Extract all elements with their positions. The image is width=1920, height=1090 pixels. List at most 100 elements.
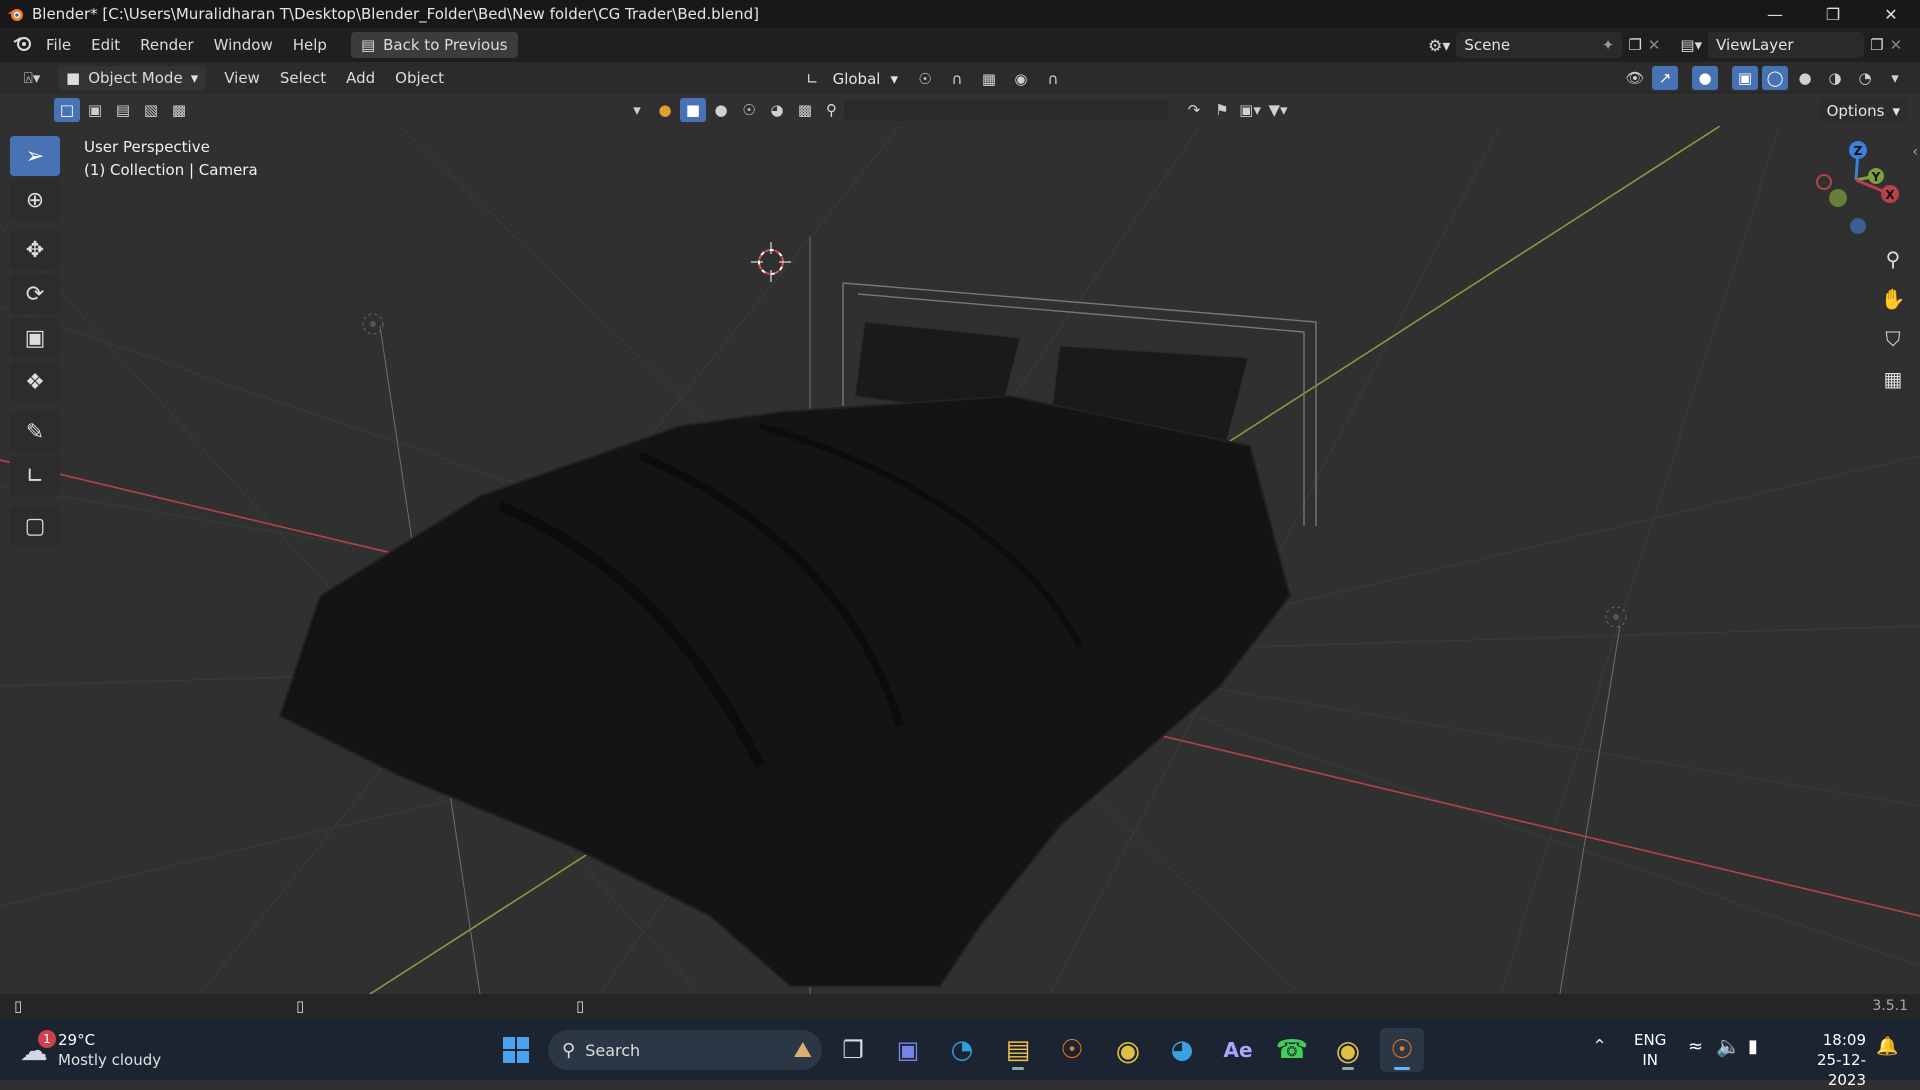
light-object-icon[interactable] xyxy=(362,313,384,335)
rotate-icon[interactable]: ⟳ xyxy=(10,274,60,314)
select-box-icon[interactable]: ➢ xyxy=(10,136,60,176)
chrome-icon-2[interactable]: ◉ xyxy=(1326,1028,1370,1072)
volume-icon[interactable]: 🔈 xyxy=(1716,1034,1741,1058)
after-effects-icon[interactable]: Ae xyxy=(1216,1028,1260,1072)
solid-shading-icon[interactable]: ● xyxy=(1792,66,1818,90)
pivot-point-icon[interactable]: ☉ xyxy=(912,67,938,91)
material-shading-icon[interactable]: ◑ xyxy=(1822,66,1848,90)
filter-light-icon[interactable]: ☉ xyxy=(736,98,762,122)
proportional-edit-icon[interactable]: ◉ xyxy=(1008,67,1034,91)
menu-add[interactable]: Add xyxy=(336,69,385,87)
camera-view-icon[interactable]: ⛉ xyxy=(1876,322,1910,356)
notification-bell-icon[interactable]: 🔔 xyxy=(1876,1036,1898,1057)
file-explorer-icon[interactable]: ▤ xyxy=(996,1028,1040,1072)
select-new-icon[interactable]: □ xyxy=(54,98,80,122)
rendered-shading-icon[interactable]: ◔ xyxy=(1852,66,1878,90)
edge-browser-icon[interactable]: ◔ xyxy=(940,1028,984,1072)
select-extend-icon[interactable]: ▣ xyxy=(82,98,108,122)
pin-icon[interactable]: ✦ xyxy=(1602,36,1615,54)
bookmark-icon[interactable]: ⚑ xyxy=(1209,98,1235,122)
sidebar-toggle-icon[interactable]: ‹ xyxy=(1912,144,1918,160)
teams-chat-icon[interactable]: ▣ xyxy=(886,1028,930,1072)
measure-icon[interactable]: ∟ xyxy=(10,456,60,496)
whatsapp-icon[interactable]: ☎ xyxy=(1270,1028,1314,1072)
viewlayer-field[interactable]: ViewLayer xyxy=(1708,32,1865,58)
select-intersect-icon[interactable]: ▩ xyxy=(166,98,192,122)
clock[interactable]: 18:09 25-12-2023 xyxy=(1786,1030,1866,1090)
mode-dropdown[interactable]: ■ Object Mode ▾ xyxy=(58,66,207,90)
chevron-down-icon[interactable]: ▾ xyxy=(624,98,650,122)
menu-view[interactable]: View xyxy=(214,69,270,87)
snap-target-icon[interactable]: ▦ xyxy=(976,67,1002,91)
menu-object[interactable]: Object xyxy=(385,69,454,87)
move-icon[interactable]: ✥ xyxy=(10,230,60,270)
viewport-search-input[interactable] xyxy=(843,98,1169,122)
options-dropdown[interactable]: Options ▾ xyxy=(1818,98,1908,124)
display-mode-icon[interactable]: ▣▾ xyxy=(1237,98,1263,122)
add-cube-icon[interactable]: ▢ xyxy=(10,506,60,546)
select-invert-icon[interactable]: ▧ xyxy=(138,98,164,122)
select-subtract-icon[interactable]: ▤ xyxy=(110,98,136,122)
menu-window[interactable]: Window xyxy=(204,36,283,54)
menu-select[interactable]: Select xyxy=(270,69,336,87)
viewlayer-selector-icon[interactable]: ▤▾ xyxy=(1680,36,1702,54)
filter-object-icon[interactable]: ■ xyxy=(680,98,706,122)
shading-options-icon[interactable]: ▾ xyxy=(1882,66,1908,90)
battery-icon[interactable]: ▮ xyxy=(1748,1036,1758,1057)
scene-field[interactable]: Scene ✦ xyxy=(1456,32,1623,58)
new-scene-icon[interactable]: ❐ xyxy=(1628,36,1641,54)
scale-icon[interactable]: ▣ xyxy=(10,318,60,358)
editor-type-icon[interactable]: ⍓▾ xyxy=(14,66,50,90)
windows-start-icon[interactable] xyxy=(494,1028,538,1072)
filter-camera-icon[interactable]: ▩ xyxy=(792,98,818,122)
overlays-toggle-icon[interactable]: ● xyxy=(1692,66,1718,90)
blender-menu-icon[interactable] xyxy=(12,33,32,57)
annotate-icon[interactable]: ✎ xyxy=(10,412,60,452)
filter-clear-icon[interactable]: ↷ xyxy=(1181,98,1207,122)
xray-toggle-icon[interactable]: ▣ xyxy=(1732,66,1758,90)
ortho-grid-icon[interactable]: ▦ xyxy=(1876,362,1910,396)
mesh-filter-icon[interactable]: ● xyxy=(652,98,678,122)
browser-app-icon[interactable]: ◕ xyxy=(1160,1028,1204,1072)
restore-icon[interactable]: ❐ xyxy=(1804,0,1862,28)
menu-file[interactable]: File xyxy=(36,36,81,54)
filter-sphere-icon[interactable]: ● xyxy=(708,98,734,122)
viewport-canvas[interactable] xyxy=(0,126,1920,994)
light-object-icon[interactable] xyxy=(1605,606,1627,628)
wifi-icon[interactable]: ≈ xyxy=(1688,1036,1703,1057)
language-indicator[interactable]: ENG IN xyxy=(1634,1030,1666,1070)
menu-help[interactable]: Help xyxy=(283,36,337,54)
menu-render[interactable]: Render xyxy=(130,36,203,54)
new-viewlayer-icon[interactable]: ❐ xyxy=(1870,36,1883,54)
chevron-down-icon: ▾ xyxy=(890,70,898,88)
menu-edit[interactable]: Edit xyxy=(81,36,130,54)
visibility-icon[interactable]: 👁 xyxy=(1622,66,1648,90)
filter-world-icon[interactable]: ◕ xyxy=(764,98,790,122)
scene-selector-icon[interactable]: ⚙▾ xyxy=(1428,36,1450,55)
transform-icon[interactable]: ❖ xyxy=(10,362,60,402)
3d-cursor xyxy=(751,242,791,282)
tray-overflow-icon[interactable]: ⌃ xyxy=(1592,1036,1607,1057)
cursor-icon[interactable]: ⊕ xyxy=(10,180,60,220)
zoom-icon[interactable]: ⚲ xyxy=(1876,242,1910,276)
blender-active-icon[interactable]: ☉ xyxy=(1380,1028,1424,1072)
navigation-gizmo[interactable]: Z Y X xyxy=(1800,136,1920,246)
remove-viewlayer-icon[interactable]: ✕ xyxy=(1890,36,1903,54)
pan-hand-icon[interactable]: ✋ xyxy=(1876,282,1910,316)
chrome-icon[interactable]: ◉ xyxy=(1106,1028,1150,1072)
blender-app-icon[interactable]: ☉ xyxy=(1050,1028,1094,1072)
falloff-icon[interactable]: ∩ xyxy=(1040,67,1066,91)
gizmo-toggle-icon[interactable]: ↗ xyxy=(1652,66,1678,90)
minimize-icon[interactable]: — xyxy=(1746,0,1804,28)
wireframe-shading-icon[interactable]: ◯ xyxy=(1762,66,1788,90)
filter-funnel-icon[interactable]: ▼▾ xyxy=(1265,98,1291,122)
remove-scene-icon[interactable]: ✕ xyxy=(1648,36,1661,54)
taskbar-search-box[interactable]: ⚲ Search ⛰ xyxy=(548,1030,822,1070)
transform-orientation-dropdown[interactable]: Global ▾ xyxy=(824,66,906,92)
snap-icon[interactable]: ∩ xyxy=(944,67,970,91)
close-icon[interactable]: ✕ xyxy=(1862,0,1920,28)
bed-mesh[interactable] xyxy=(278,321,1292,987)
back-to-previous-button[interactable]: ▤ Back to Previous xyxy=(350,32,518,58)
weather-widget[interactable]: ☁ 1 29°C Mostly cloudy xyxy=(20,1029,161,1070)
task-view-icon[interactable]: ❐ xyxy=(831,1028,875,1072)
